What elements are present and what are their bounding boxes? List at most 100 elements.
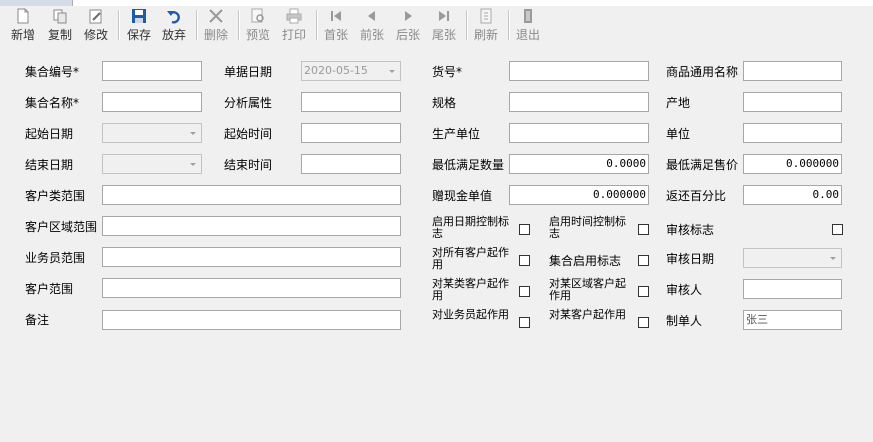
set-code-input[interactable] [102,61,202,81]
prev-label: 前张 [359,28,384,42]
print-label: 打印 [281,28,306,42]
toolbar-separator [508,10,510,40]
save-label: 保存 [126,28,151,42]
customer-label: 客户范围 [25,282,74,296]
edit-icon [89,9,102,24]
prev-button[interactable]: 前张 [357,6,387,42]
start-date-label: 起始日期 [25,127,74,141]
unit-input[interactable] [743,123,842,143]
copy-icon [53,9,67,24]
gift-cash-input[interactable]: 0.000000 [509,185,649,205]
customer-region-input[interactable] [102,216,401,236]
end-time-input[interactable] [301,154,401,174]
region-customers-checkbox[interactable] [638,286,649,297]
doc-date-picker[interactable]: 2020-05-15 [301,61,401,81]
maker-input[interactable]: 张三 [743,310,842,330]
some-customer-label: 对某客户起作用 [549,308,626,321]
rebate-label: 返还百分比 [666,189,727,203]
start-time-input[interactable] [301,123,401,143]
preview-icon [251,8,264,23]
toolbar-separator [196,10,198,40]
audit-flag-label: 审核标志 [666,223,715,237]
exit-door-icon [524,9,532,23]
customer-region-label: 客户区域范围 [25,220,98,234]
prev-record-icon [368,11,375,21]
origin-input[interactable] [743,92,842,112]
rebate-input[interactable]: 0.00 [743,185,842,205]
salesman-label: 业务员范围 [25,251,86,265]
chevron-down-icon[interactable] [385,63,399,79]
set-name-label: 集合名称* [25,96,80,110]
item-no-label: 货号* [432,65,463,79]
end-time-label: 结束时间 [224,158,273,172]
new-button[interactable]: 新增 [8,6,38,42]
next-button[interactable]: 后张 [393,6,423,42]
toolbar-separator [118,10,120,40]
print-icon [286,8,302,24]
cancel-button[interactable]: 放弃 [159,6,189,42]
doc-date-label: 单据日期 [224,65,273,79]
chevron-down-icon[interactable] [186,156,200,172]
set-enable-checkbox[interactable] [638,255,649,266]
save-button[interactable]: 保存 [124,6,154,42]
origin-label: 产地 [666,96,691,110]
spec-label: 规格 [432,96,457,110]
region-customers-label: 对某区域客户起作用 [549,277,626,302]
time-ctrl-checkbox[interactable] [638,224,649,235]
salesman-input[interactable] [102,247,401,267]
class-customers-checkbox[interactable] [519,286,530,297]
next-record-icon [405,11,412,21]
gift-cash-label: 赠现金单值 [432,189,493,203]
preview-button[interactable]: 预览 [243,6,273,42]
undo-icon [167,11,180,24]
end-date-picker[interactable] [102,154,202,174]
next-label: 后张 [395,28,420,42]
customer-input[interactable] [102,278,401,298]
delete-button[interactable]: 删除 [201,6,231,42]
remark-input[interactable] [102,310,401,330]
date-ctrl-checkbox[interactable] [519,224,530,235]
edit-button[interactable]: 修改 [81,6,111,42]
all-customers-checkbox[interactable] [519,255,530,266]
delete-x-icon [209,9,223,23]
start-date-picker[interactable] [102,123,202,143]
save-icon [132,9,146,23]
remark-label: 备注 [25,313,50,327]
last-record-icon [439,11,449,21]
doc-date-value: 2020-05-15 [304,64,368,77]
copy-label: 复制 [47,28,72,42]
generic-name-input[interactable] [743,61,842,81]
salesman-effect-checkbox[interactable] [519,317,530,328]
print-button[interactable]: 打印 [279,6,309,42]
first-label: 首张 [323,28,348,42]
exit-button[interactable]: 退出 [513,6,543,42]
analysis-attr-label: 分析属性 [224,96,273,110]
set-name-input[interactable] [102,92,202,112]
manufacturer-input[interactable] [509,123,649,143]
refresh-button[interactable]: 刷新 [471,6,501,42]
min-price-label: 最低满足售价 [666,158,739,172]
copy-button[interactable]: 复制 [45,6,75,42]
min-qty-input[interactable]: 0.0000 [509,154,649,174]
item-no-input[interactable] [509,61,649,81]
new-label: 新增 [10,28,35,42]
spec-input[interactable] [509,92,649,112]
last-button[interactable]: 尾张 [429,6,459,42]
audit-date-picker[interactable] [743,248,842,268]
start-time-label: 起始时间 [224,127,273,141]
analysis-attr-input[interactable] [301,92,401,112]
auditor-input[interactable] [743,279,842,299]
new-document-icon [17,8,29,24]
some-customer-checkbox[interactable] [638,317,649,328]
delete-label: 删除 [203,28,228,42]
all-customers-label: 对所有客户起作用 [432,246,509,271]
set-enable-label: 集合启用标志 [549,254,622,268]
min-price-input[interactable]: 0.000000 [743,154,842,174]
toolbar-separator [316,10,318,40]
end-date-label: 结束日期 [25,158,74,172]
audit-flag-checkbox[interactable] [832,224,843,235]
chevron-down-icon[interactable] [186,125,200,141]
first-button[interactable]: 首张 [321,6,351,42]
chevron-down-icon[interactable] [826,250,840,266]
customer-class-input[interactable] [102,185,401,205]
